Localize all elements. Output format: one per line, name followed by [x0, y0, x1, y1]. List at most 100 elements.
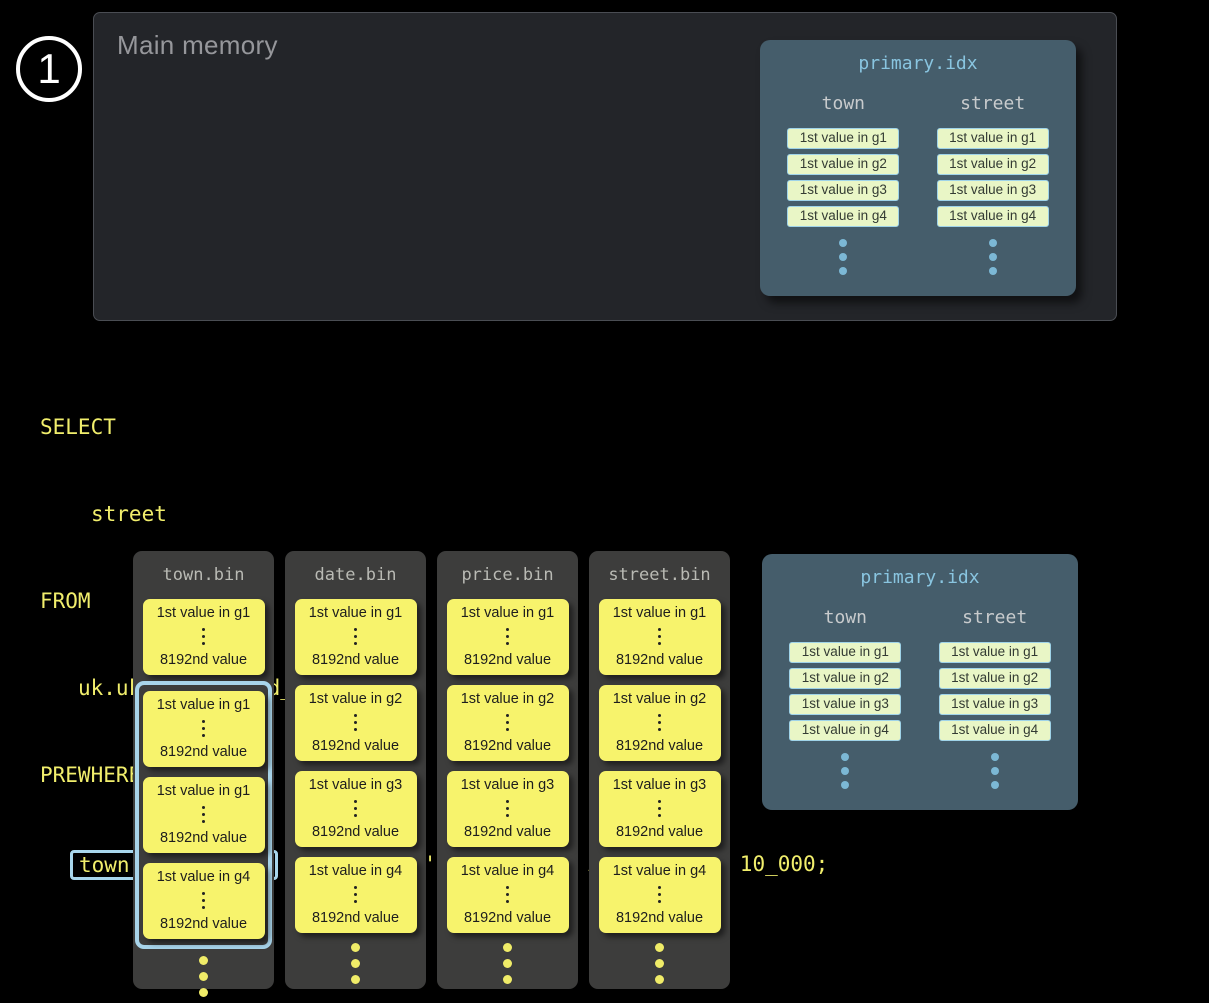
granule-last-value: 8192nd value	[616, 910, 703, 926]
granule-first-value: 1st value in g4	[157, 869, 251, 885]
granule-ellipsis-icon	[354, 886, 357, 903]
idx-entry: 1st value in g4	[787, 206, 899, 227]
granule-block: 1st value in g4 8192nd value	[447, 857, 569, 933]
granule-block: 1st value in g1 8192nd value	[295, 599, 417, 675]
idx-entry: 1st value in g2	[789, 668, 901, 689]
step-number: 1	[37, 45, 60, 93]
selected-granules-outline: 1st value in g1 8192nd value 1st value i…	[135, 681, 272, 949]
more-granules-ellipsis-icon	[437, 943, 578, 984]
granule-last-value: 8192nd value	[312, 652, 399, 668]
granule-first-value: 1st value in g1	[157, 697, 251, 713]
granule-block: 1st value in g1 8192nd value	[599, 599, 721, 675]
granule-block: 1st value in g4 8192nd value	[295, 857, 417, 933]
idx-column-header-street: street	[929, 607, 1061, 628]
primary-idx-columns: town 1st value in g1 1st value in g2 1st…	[760, 93, 1076, 275]
idx-entry: 1st value in g3	[937, 180, 1049, 201]
more-entries-ellipsis-icon	[779, 753, 911, 789]
granule-last-value: 8192nd value	[160, 916, 247, 932]
granule-ellipsis-icon	[506, 714, 509, 731]
granule-ellipsis-icon	[202, 892, 205, 909]
granule-last-value: 8192nd value	[312, 824, 399, 840]
granule-ellipsis-icon	[506, 800, 509, 817]
granule-ellipsis-icon	[506, 628, 509, 645]
bin-file-street: street.bin 1st value in g1 8192nd value …	[589, 551, 730, 989]
granule-ellipsis-icon	[354, 628, 357, 645]
bin-file-price: price.bin 1st value in g1 8192nd value 1…	[437, 551, 578, 989]
granule-first-value: 1st value in g1	[157, 783, 251, 799]
bin-file-title: date.bin	[285, 565, 426, 585]
idx-column-street: street 1st value in g1 1st value in g2 1…	[927, 93, 1059, 275]
granule-last-value: 8192nd value	[160, 830, 247, 846]
more-granules-ellipsis-icon	[133, 956, 274, 997]
idx-entry: 1st value in g2	[937, 154, 1049, 175]
granule-first-value: 1st value in g2	[613, 691, 707, 707]
primary-idx-panel-right: primary.idx town 1st value in g1 1st val…	[762, 554, 1078, 810]
granule-ellipsis-icon	[506, 886, 509, 903]
granule-block: 1st value in g3 8192nd value	[599, 771, 721, 847]
granule-ellipsis-icon	[354, 714, 357, 731]
bin-file-town: town.bin 1st value in g1 8192nd value 1s…	[133, 551, 274, 989]
granule-first-value: 1st value in g3	[309, 777, 403, 793]
granule-last-value: 8192nd value	[160, 744, 247, 760]
granule-block: 1st value in g3 8192nd value	[295, 771, 417, 847]
granule-last-value: 8192nd value	[464, 824, 551, 840]
idx-entry: 1st value in g1	[937, 128, 1049, 149]
idx-column-header-town: town	[777, 93, 909, 114]
granule-first-value: 1st value in g1	[157, 605, 251, 621]
idx-entry: 1st value in g2	[939, 668, 1051, 689]
bin-file-title: town.bin	[133, 565, 274, 585]
granule-first-value: 1st value in g1	[309, 605, 403, 621]
granule-block: 1st value in g2 8192nd value	[447, 685, 569, 761]
granule-last-value: 8192nd value	[312, 910, 399, 926]
granule-first-value: 1st value in g4	[309, 863, 403, 879]
granule-block: 1st value in g3 8192nd value	[447, 771, 569, 847]
granule-first-value: 1st value in g4	[461, 863, 555, 879]
granule-first-value: 1st value in g2	[461, 691, 555, 707]
granule-last-value: 8192nd value	[160, 652, 247, 668]
idx-entry: 1st value in g4	[937, 206, 1049, 227]
granule-block-selected: 1st value in g1 8192nd value	[143, 777, 265, 853]
more-granules-ellipsis-icon	[589, 943, 730, 984]
main-memory-title: Main memory	[117, 30, 278, 61]
more-entries-ellipsis-icon	[929, 753, 1061, 789]
granule-first-value: 1st value in g3	[613, 777, 707, 793]
granule-first-value: 1st value in g4	[613, 863, 707, 879]
idx-column-street: street 1st value in g1 1st value in g2 1…	[929, 607, 1061, 789]
granule-ellipsis-icon	[202, 628, 205, 645]
idx-entry: 1st value in g1	[939, 642, 1051, 663]
granule-block: 1st value in g1 8192nd value	[447, 599, 569, 675]
granule-ellipsis-icon	[202, 806, 205, 823]
granule-ellipsis-icon	[658, 886, 661, 903]
step-1-badge: 1	[16, 36, 82, 102]
granule-first-value: 1st value in g2	[309, 691, 403, 707]
granule-block: 1st value in g2 8192nd value	[599, 685, 721, 761]
idx-entry: 1st value in g3	[787, 180, 899, 201]
granule-first-value: 1st value in g1	[461, 605, 555, 621]
more-granules-ellipsis-icon	[285, 943, 426, 984]
granule-block: 1st value in g1 8192nd value	[143, 599, 265, 675]
idx-entry: 1st value in g3	[939, 694, 1051, 715]
idx-entry: 1st value in g3	[789, 694, 901, 715]
granule-last-value: 8192nd value	[312, 738, 399, 754]
granule-first-value: 1st value in g3	[461, 777, 555, 793]
primary-idx-title: primary.idx	[762, 567, 1078, 588]
bin-file-title: street.bin	[589, 565, 730, 585]
idx-entry: 1st value in g1	[789, 642, 901, 663]
idx-entry: 1st value in g4	[789, 720, 901, 741]
idx-entry: 1st value in g2	[787, 154, 899, 175]
primary-idx-columns: town 1st value in g1 1st value in g2 1st…	[762, 607, 1078, 789]
bin-file-title: price.bin	[437, 565, 578, 585]
sql-keyword-select: SELECT	[40, 413, 828, 442]
idx-column-town: town 1st value in g1 1st value in g2 1st…	[777, 93, 909, 275]
primary-idx-title: primary.idx	[760, 53, 1076, 74]
granule-first-value: 1st value in g1	[613, 605, 707, 621]
idx-column-town: town 1st value in g1 1st value in g2 1st…	[779, 607, 911, 789]
idx-entry: 1st value in g1	[787, 128, 899, 149]
granule-block-selected: 1st value in g1 8192nd value	[143, 691, 265, 767]
more-entries-ellipsis-icon	[927, 239, 1059, 275]
granule-block-selected: 1st value in g4 8192nd value	[143, 863, 265, 939]
granule-last-value: 8192nd value	[616, 824, 703, 840]
granule-ellipsis-icon	[658, 628, 661, 645]
bin-file-date: date.bin 1st value in g1 8192nd value 1s…	[285, 551, 426, 989]
idx-column-header-town: town	[779, 607, 911, 628]
